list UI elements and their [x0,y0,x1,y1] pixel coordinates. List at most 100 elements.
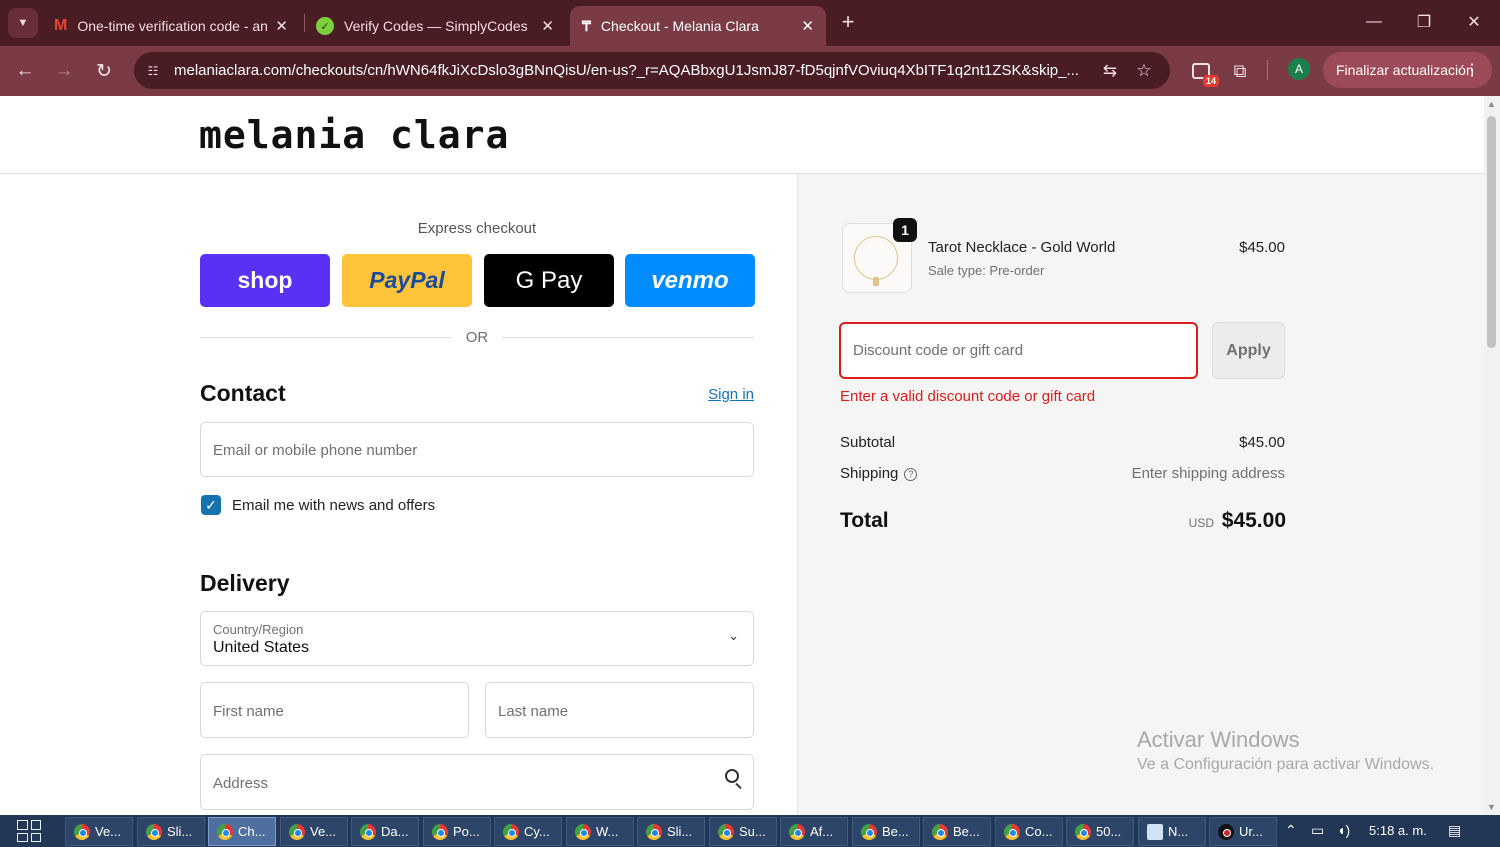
shop-pay-button[interactable]: shop [200,254,330,307]
tab-checkout[interactable]: ₸ Checkout - Melania Clara ✕ [570,6,826,46]
close-icon[interactable]: ✕ [275,17,288,35]
last-name-field[interactable]: Last name [485,682,754,738]
taskbar-item[interactable]: Da... [351,817,419,846]
newsletter-checkbox[interactable]: ✓ [201,495,221,515]
product-sale-type: Sale type: Pre-order [928,263,1045,278]
close-window-button[interactable]: ✕ [1450,6,1498,38]
volume-icon[interactable]: ◖) [1337,822,1350,838]
chrome-icon [432,823,448,840]
scrollbar-thumb[interactable] [1487,116,1496,348]
translate-icon[interactable]: ⇆ [1098,59,1122,83]
url-text[interactable]: melaniaclara.com/checkouts/cn/hWN64fkJiX… [174,62,1088,79]
chevron-down-icon: ⌄ [728,628,739,643]
profile-avatar[interactable]: A [1288,58,1310,80]
chrome-icon [503,823,519,840]
scroll-up-icon[interactable]: ▲ [1487,99,1496,109]
app-icon [1218,823,1234,840]
tab-title: Checkout - Melania Clara [600,18,759,34]
venmo-button[interactable]: venmo [625,254,755,307]
taskbar-item[interactable]: W... [566,817,634,846]
address-placeholder: Address [213,775,269,792]
extension-icon[interactable]: 14 [1186,56,1219,87]
taskbar-item-label: Sli... [667,824,693,839]
windows-activation-subtitle: Ve a Configuración para activar Windows. [1137,756,1435,773]
taskbar-item[interactable]: Af... [780,817,848,846]
taskbar-item[interactable]: Ve... [280,817,348,846]
delivery-heading: Delivery [200,570,290,596]
google-pay-button[interactable]: G Pay [484,254,614,307]
sign-in-link[interactable]: Sign in [690,386,754,403]
taskbar-item[interactable]: 50... [1066,817,1134,846]
email-field[interactable]: Email or mobile phone number [200,422,754,477]
notepad-icon [1147,823,1163,840]
subtotal-label: Subtotal [840,434,896,451]
clock[interactable]: 5:18 a. m. [1369,823,1427,838]
chrome-icon [1075,823,1091,840]
chrome-icon [575,823,591,840]
close-icon[interactable]: ✕ [541,17,554,35]
first-name-field[interactable]: First name [200,682,469,738]
taskbar-item-label: Su... [739,824,766,839]
notifications-icon[interactable]: ▤ [1448,822,1461,839]
google-pay-label: G Pay [515,266,583,294]
site-info-icon[interactable]: ☷ [142,60,164,82]
start-icon[interactable] [17,820,41,842]
taskbar-item[interactable]: Su... [709,817,777,846]
country-select[interactable]: Country/Region United States ⌄ [200,611,754,666]
chrome-icon [718,823,734,840]
back-button[interactable]: ← [10,56,40,86]
help-icon[interactable]: ? [904,468,918,481]
taskbar-item[interactable]: Cy... [494,817,562,846]
puzzle-icon[interactable]: ⧉ [1225,56,1255,86]
chrome-icon [789,823,805,840]
quantity-badge: 1 [893,218,917,242]
taskbar-item[interactable]: Sli... [637,817,705,846]
shop-pay-label: shop [237,267,293,293]
venmo-label: venmo [651,266,729,294]
paypal-button[interactable]: PayPal [342,254,472,307]
page-scrollbar[interactable]: ▲ ▼ [1484,96,1500,815]
taskbar-item[interactable]: N... [1138,817,1206,846]
network-icon[interactable]: ▭ [1311,822,1324,839]
discount-error-message: Enter a valid discount code or gift card [840,388,1096,405]
windows-activation-title: Activar Windows [1137,727,1300,752]
total-label: Total [840,509,889,532]
tab-simplycodes[interactable]: ✓ Verify Codes — SimplyCodes ✕ [304,6,566,46]
windows-taskbar: Ve... Sli... Ch... Ve... Da... Po... Cy.… [0,815,1500,847]
taskbar-item[interactable]: Po... [423,817,491,846]
address-bar[interactable]: ☷ melaniaclara.com/checkouts/cn/hWN64fkJ… [134,52,1170,89]
simplycodes-icon: ✓ [316,17,334,35]
express-checkout-title: Express checkout [417,220,537,237]
extension-badge: 14 [1202,75,1219,87]
taskbar-item[interactable]: Co... [995,817,1063,846]
close-icon[interactable]: ✕ [801,17,814,35]
last-name-placeholder: Last name [498,703,569,720]
taskbar-item-label: Po... [453,824,480,839]
taskbar-item[interactable]: Ur... [1209,817,1277,846]
taskbar-item[interactable]: Sli... [137,817,205,846]
store-header: melania clara [0,96,1484,174]
taskbar-item-label: 50... [1096,824,1122,839]
store-logo[interactable]: melania clara [199,113,509,157]
minimize-button[interactable]: — [1350,6,1398,38]
restore-button[interactable]: ❐ [1400,6,1448,38]
update-button[interactable]: Finalizar actualización ⋮ [1323,52,1492,88]
discount-code-input[interactable]: Discount code or gift card [839,322,1198,379]
newsletter-label: Email me with news and offers [232,497,436,514]
tray-expand-icon[interactable]: ⌃ [1285,822,1297,839]
new-tab-button[interactable]: + [836,8,860,36]
checkmark-icon: ✓ [205,496,217,513]
forward-button[interactable]: → [49,56,79,86]
scroll-down-icon[interactable]: ▼ [1487,802,1496,812]
tab-search-button[interactable]: ▼ [8,8,38,38]
tab-gmail[interactable]: M One-time verification code - an ✕ [42,6,300,46]
taskbar-item[interactable]: Ve... [65,817,133,846]
apply-button[interactable]: Apply [1212,322,1285,379]
address-field[interactable]: Address [200,754,754,810]
taskbar-item[interactable]: Be... [923,817,991,846]
taskbar-item[interactable]: Be... [852,817,920,846]
reload-button[interactable]: ↻ [89,56,119,86]
product-price: $45.00 [1239,239,1285,256]
bookmark-star-icon[interactable]: ☆ [1132,59,1156,83]
taskbar-item-active[interactable]: Ch... [208,817,276,846]
